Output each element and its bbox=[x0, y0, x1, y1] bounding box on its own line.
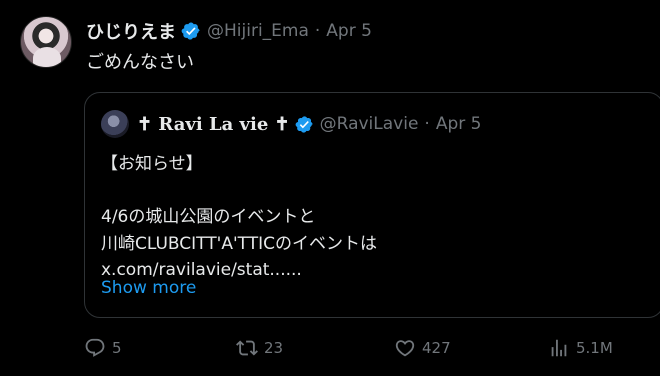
quoted-tweet-date[interactable]: Apr 5 bbox=[436, 114, 482, 134]
reply-button[interactable]: 5 bbox=[84, 337, 122, 359]
quoted-tweet-card[interactable]: ✝ Ravi La vie ✝ @RaviLavie · Apr 5 【お知らせ… bbox=[84, 92, 660, 318]
verified-badge-icon bbox=[295, 115, 313, 133]
repost-icon bbox=[236, 340, 258, 356]
like-button[interactable]: 427 bbox=[394, 337, 451, 359]
reply-count: 5 bbox=[112, 339, 122, 357]
quoted-author-display-name[interactable]: ✝ Ravi La vie ✝ bbox=[137, 114, 290, 135]
verified-badge-icon bbox=[181, 22, 200, 40]
repost-button[interactable]: 23 bbox=[236, 337, 283, 359]
quoted-author-avatar[interactable] bbox=[101, 110, 129, 138]
separator-dot: · bbox=[314, 21, 321, 41]
tweet-text: ごめんなさい bbox=[86, 52, 194, 73]
views-count: 5.1M bbox=[576, 339, 613, 357]
quoted-tweet-text: 【お知らせ】 4/6の城山公園のイベントと 川崎CLUBCITT'A'TTICの… bbox=[101, 154, 377, 280]
views-button[interactable]: 5.1M bbox=[548, 337, 613, 359]
author-display-name[interactable]: ひじりえま bbox=[86, 18, 176, 44]
show-more-link[interactable]: Show more bbox=[101, 278, 196, 298]
tweet-header: ひじりえま @Hijiri_Ema · Apr 5 bbox=[86, 18, 372, 44]
quoted-author-handle[interactable]: @RaviLavie bbox=[320, 114, 419, 134]
like-count: 427 bbox=[422, 339, 451, 357]
quoted-tweet-header: ✝ Ravi La vie ✝ @RaviLavie · Apr 5 bbox=[137, 110, 481, 138]
repost-count: 23 bbox=[264, 339, 284, 357]
author-avatar[interactable] bbox=[20, 16, 72, 68]
tweet-date[interactable]: Apr 5 bbox=[326, 21, 372, 41]
author-handle[interactable]: @Hijiri_Ema bbox=[207, 21, 309, 41]
like-icon bbox=[395, 340, 415, 357]
tweet-action-bar: 5 23 427 5.1M bbox=[0, 337, 660, 363]
reply-icon bbox=[85, 338, 105, 357]
views-icon bbox=[551, 339, 567, 357]
separator-dot: · bbox=[424, 114, 430, 134]
